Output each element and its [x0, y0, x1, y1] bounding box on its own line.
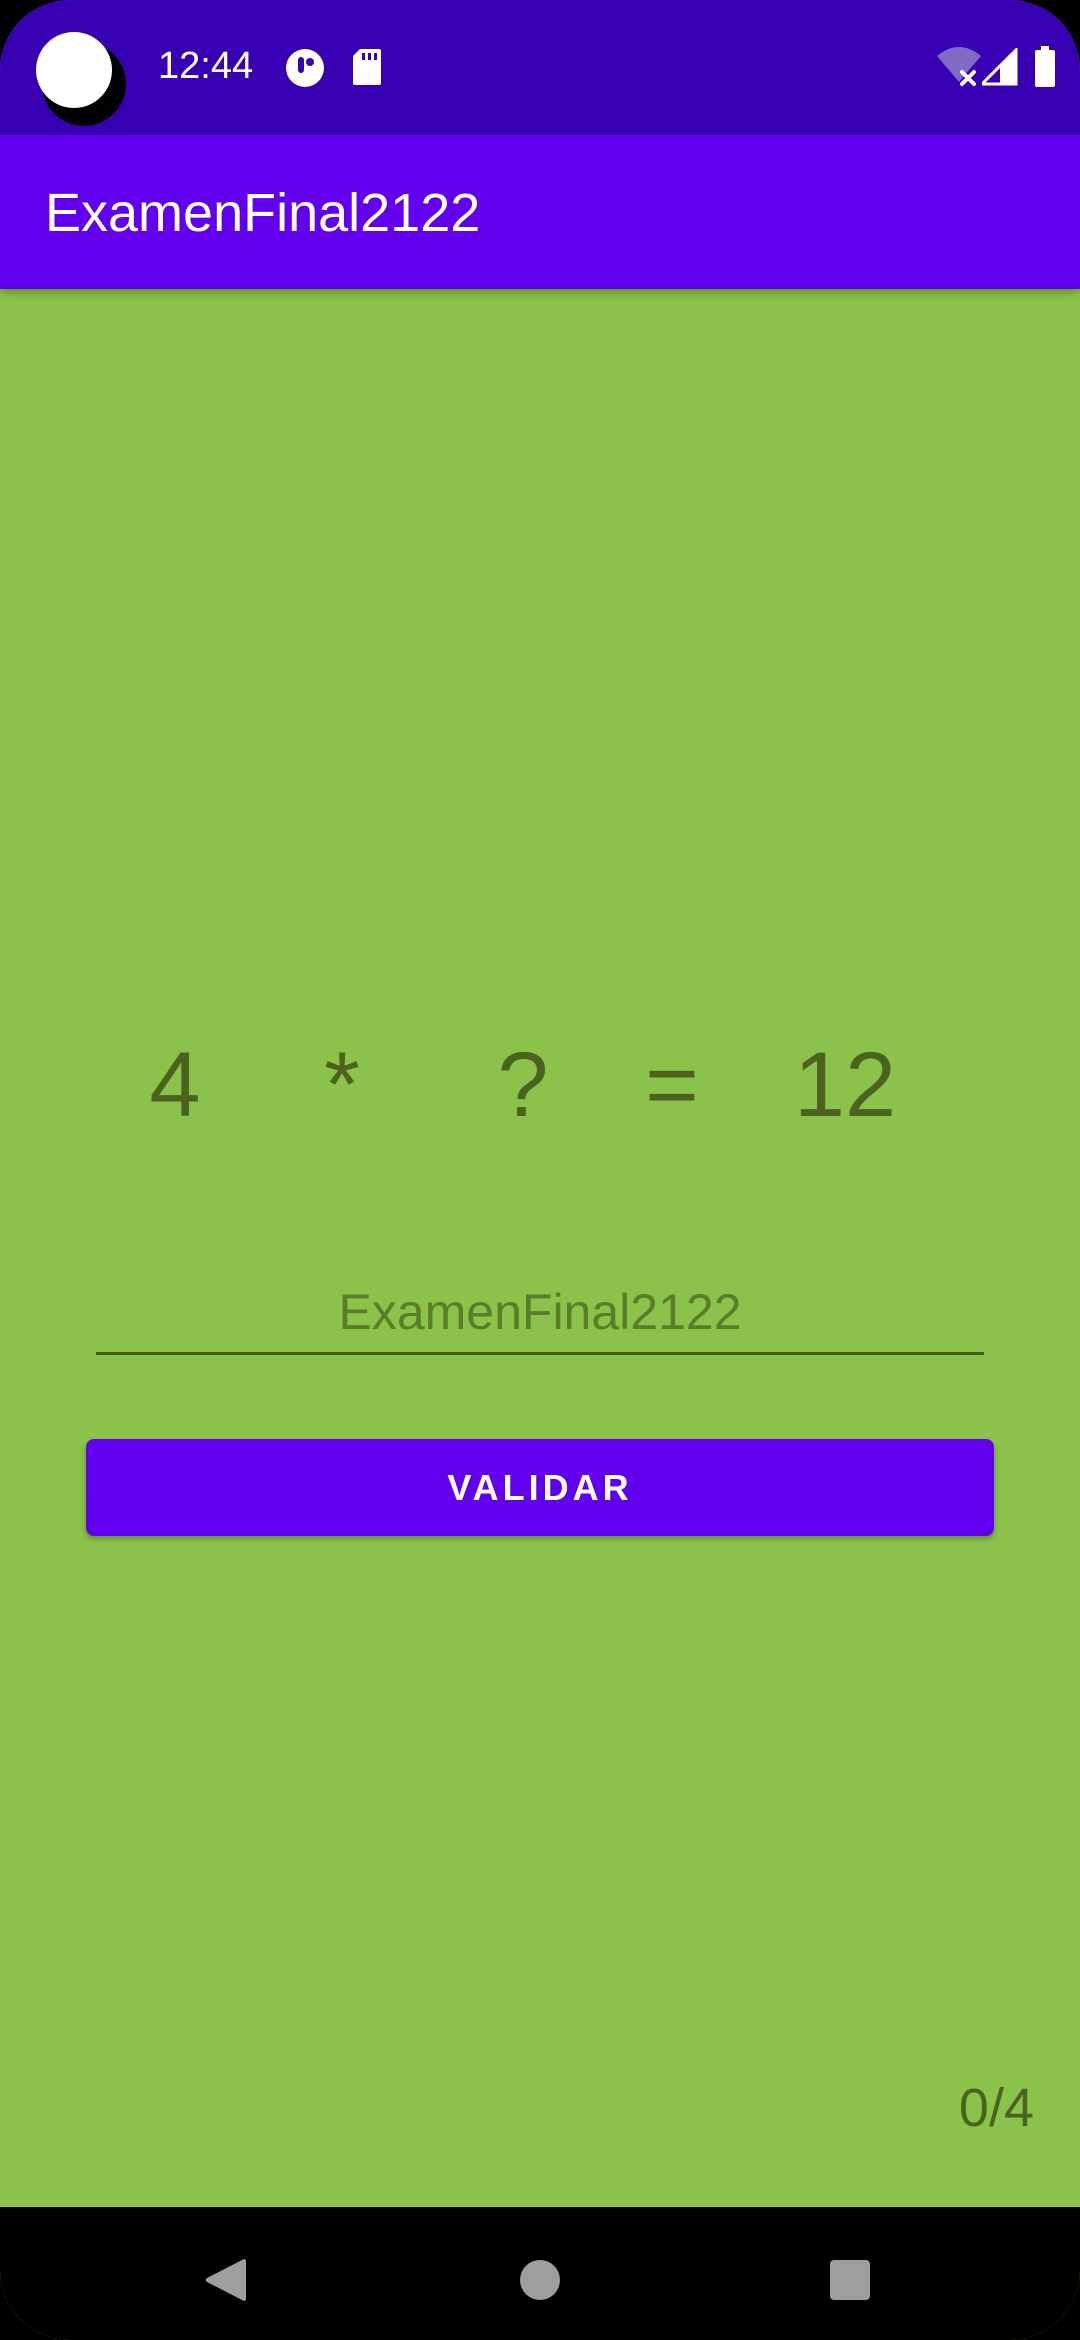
battery-icon	[1034, 46, 1056, 93]
camera-cutout	[36, 32, 126, 128]
validate-button[interactable]: VALIDAR	[86, 1439, 994, 1536]
equation-result: 12	[793, 1034, 897, 1136]
recents-icon[interactable]	[795, 2225, 905, 2335]
camera-lens	[36, 32, 112, 108]
app-title: ExamenFinal2122	[45, 183, 481, 243]
wifi-off-icon	[936, 46, 982, 91]
sd-card-icon	[352, 48, 382, 91]
status-bar: 12:44	[0, 0, 1080, 135]
score-counter: 0/4	[958, 2078, 1034, 2138]
equation-operator: *	[324, 1034, 360, 1136]
equation-equals: =	[645, 1034, 699, 1136]
navigation-bar	[0, 2207, 1080, 2340]
notification-app-icon	[285, 48, 325, 93]
app-bar: ExamenFinal2122	[0, 135, 1080, 289]
status-time: 12:44	[158, 45, 254, 87]
app-screen: 12:44 ExamenFinal2122 4 * ? = 12 ExamenF…	[0, 0, 1080, 2340]
back-icon[interactable]	[170, 2225, 280, 2335]
cellular-signal-icon	[978, 46, 1018, 91]
home-icon[interactable]	[485, 2225, 595, 2335]
equation-unknown: ?	[497, 1034, 549, 1136]
equation-operand: 4	[149, 1034, 201, 1136]
answer-input[interactable]	[96, 1272, 984, 1355]
